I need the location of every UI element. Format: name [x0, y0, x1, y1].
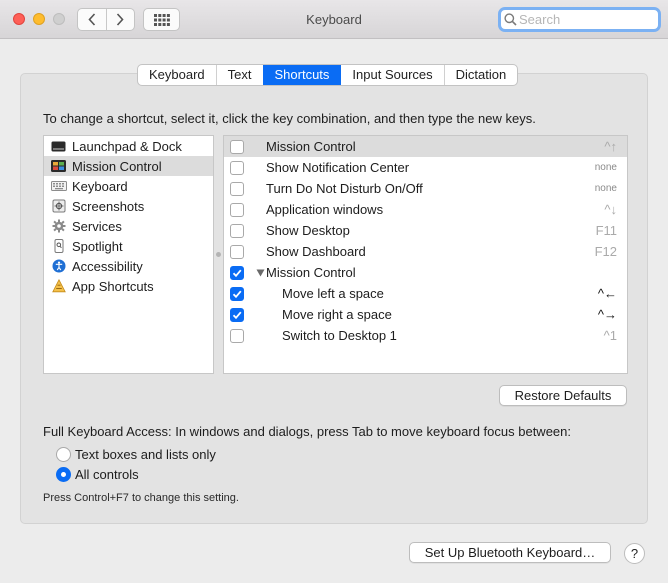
- category-item-app-shortcuts[interactable]: App Shortcuts: [44, 276, 213, 296]
- shortcut-checkbox[interactable]: [230, 224, 244, 238]
- radio-label: All controls: [75, 467, 139, 482]
- shortcut-label: Move right a space: [282, 307, 392, 322]
- shortcut-group-mission-control[interactable]: Mission Control: [224, 262, 627, 283]
- shortcut-row-application-windows[interactable]: Application windows ^↓: [224, 199, 627, 220]
- shortcut-key[interactable]: ^1: [604, 328, 617, 343]
- shortcut-row-show-dashboard[interactable]: Show Dashboard F12: [224, 241, 627, 262]
- category-label: Spotlight: [72, 238, 123, 254]
- shortcut-key[interactable]: none: [595, 183, 617, 194]
- search-icon: [504, 13, 517, 26]
- radio-text-boxes-only[interactable]: Text boxes and lists only: [56, 447, 216, 462]
- shortcut-checkbox[interactable]: [230, 245, 244, 259]
- screenshot-icon: [50, 199, 67, 213]
- spotlight-icon: [50, 239, 67, 253]
- disclosure-triangle-icon[interactable]: [256, 269, 265, 277]
- keyboard-access-label: Full Keyboard Access: In windows and dia…: [43, 424, 571, 439]
- gear-icon: [50, 219, 67, 233]
- shortcut-checkbox[interactable]: [230, 329, 244, 343]
- shortcut-label: Show Dashboard: [266, 244, 366, 259]
- bluetooth-keyboard-button[interactable]: Set Up Bluetooth Keyboard…: [409, 542, 611, 563]
- tab-shortcuts[interactable]: Shortcuts: [262, 65, 341, 85]
- category-label: Mission Control: [72, 158, 162, 174]
- category-item-spotlight[interactable]: Spotlight: [44, 236, 213, 256]
- title-bar: Keyboard: [0, 0, 668, 39]
- category-item-services[interactable]: Services: [44, 216, 213, 236]
- shortcut-checkbox[interactable]: [230, 266, 244, 280]
- radio-button[interactable]: [56, 467, 71, 482]
- shortcut-row-mission-control[interactable]: Mission Control ^↑: [224, 136, 627, 157]
- shortcut-key[interactable]: ^←: [598, 286, 617, 301]
- shortcut-key[interactable]: none: [595, 162, 617, 173]
- radio-button[interactable]: [56, 447, 71, 462]
- shortcut-label: Switch to Desktop 1: [282, 328, 397, 343]
- category-label: Accessibility: [72, 258, 143, 274]
- category-list: Launchpad & Dock Mission Control Keyboar…: [43, 135, 214, 374]
- restore-defaults-button[interactable]: Restore Defaults: [499, 385, 627, 406]
- split-view-divider[interactable]: [216, 252, 221, 257]
- app-shortcuts-icon: [50, 279, 67, 293]
- shortcut-checkbox[interactable]: [230, 287, 244, 301]
- radio-label: Text boxes and lists only: [75, 447, 216, 462]
- category-item-keyboard[interactable]: Keyboard: [44, 176, 213, 196]
- shortcut-key[interactable]: ^↑: [604, 139, 617, 154]
- search-input[interactable]: [519, 11, 655, 28]
- shortcut-key[interactable]: F11: [596, 223, 617, 238]
- instruction-text: To change a shortcut, select it, click t…: [43, 111, 536, 126]
- shortcut-checkbox[interactable]: [230, 308, 244, 322]
- shortcut-row-switch-desktop-1[interactable]: Switch to Desktop 1 ^1: [224, 325, 627, 346]
- shortcut-label: Mission Control: [266, 139, 356, 154]
- mission-control-icon: [50, 159, 67, 173]
- category-item-mission-control[interactable]: Mission Control: [44, 156, 213, 176]
- shortcut-row-move-right-space[interactable]: Move right a space ^→: [224, 304, 627, 325]
- shortcut-checkbox[interactable]: [230, 182, 244, 196]
- tab-input-sources[interactable]: Input Sources: [340, 65, 443, 85]
- shortcut-label: Move left a space: [282, 286, 384, 301]
- shortcut-key[interactable]: F12: [595, 244, 617, 259]
- accessibility-icon: [50, 259, 67, 273]
- shortcut-key[interactable]: ^↓: [604, 202, 617, 217]
- checkmark-icon: [232, 290, 242, 299]
- category-item-accessibility[interactable]: Accessibility: [44, 256, 213, 276]
- search-box[interactable]: [498, 7, 661, 32]
- tab-dictation[interactable]: Dictation: [443, 65, 518, 85]
- category-label: Services: [72, 218, 122, 234]
- shortcut-checkbox[interactable]: [230, 203, 244, 217]
- shortcut-row-do-not-disturb[interactable]: Turn Do Not Disturb On/Off none: [224, 178, 627, 199]
- help-button[interactable]: ?: [624, 543, 645, 564]
- shortcut-label: Show Desktop: [266, 223, 350, 238]
- shortcut-label: Turn Do Not Disturb On/Off: [266, 181, 423, 196]
- keyboard-access-note: Press Control+F7 to change this setting.: [43, 492, 239, 504]
- category-item-launchpad-dock[interactable]: Launchpad & Dock: [44, 136, 213, 156]
- launchpad-icon: [50, 139, 67, 153]
- radio-all-controls[interactable]: All controls: [56, 467, 139, 482]
- checkmark-icon: [232, 269, 242, 278]
- shortcut-label: Show Notification Center: [266, 160, 410, 175]
- category-label: Screenshots: [72, 198, 145, 214]
- tab-text[interactable]: Text: [215, 65, 263, 85]
- tab-bar: Keyboard Text Shortcuts Input Sources Di…: [137, 64, 519, 86]
- shortcut-label: Mission Control: [266, 265, 356, 280]
- shortcut-checkbox[interactable]: [230, 140, 244, 154]
- shortcut-checkbox[interactable]: [230, 161, 244, 175]
- keyboard-icon: [50, 179, 67, 193]
- shortcut-row-move-left-space[interactable]: Move left a space ^←: [224, 283, 627, 304]
- category-label: App Shortcuts: [72, 278, 154, 294]
- tab-keyboard[interactable]: Keyboard: [138, 65, 216, 85]
- shortcut-key[interactable]: ^→: [598, 307, 617, 322]
- shortcut-row-show-notification-center[interactable]: Show Notification Center none: [224, 157, 627, 178]
- category-label: Keyboard: [72, 178, 128, 194]
- checkmark-icon: [232, 311, 242, 320]
- shortcut-list: Mission Control ^↑ Show Notification Cen…: [223, 135, 628, 374]
- category-label: Launchpad & Dock: [72, 138, 182, 154]
- category-item-screenshots[interactable]: Screenshots: [44, 196, 213, 216]
- shortcut-row-show-desktop[interactable]: Show Desktop F11: [224, 220, 627, 241]
- shortcut-label: Application windows: [266, 202, 384, 217]
